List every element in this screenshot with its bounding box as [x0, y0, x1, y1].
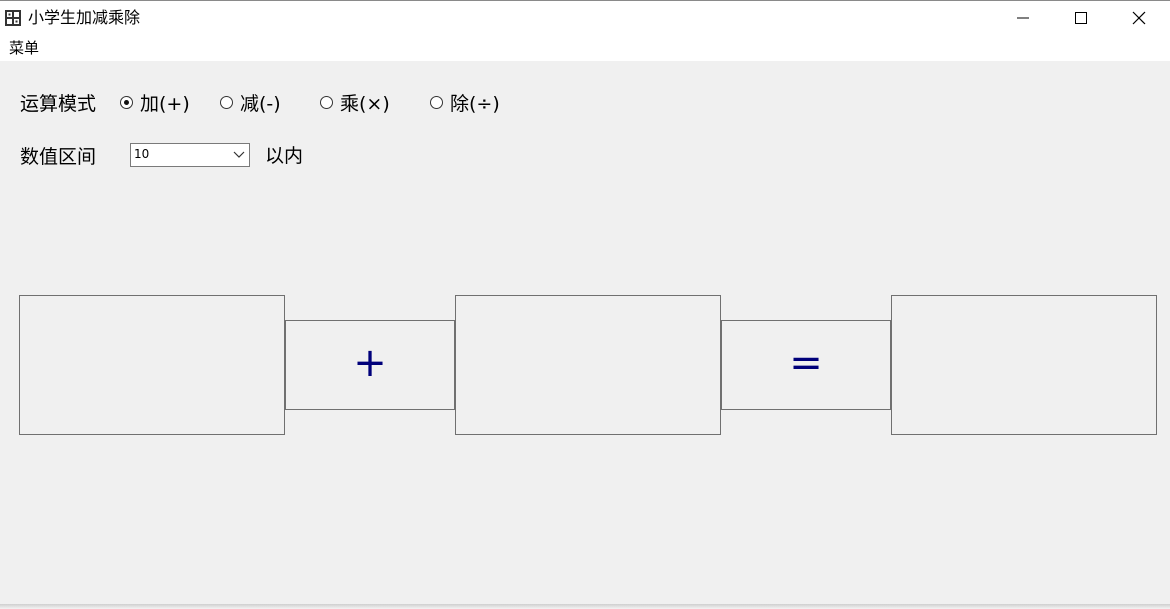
- app-icon: [5, 10, 21, 26]
- window-bottom-edge: [0, 604, 1170, 609]
- close-icon: [1132, 11, 1146, 25]
- operand1-box: [19, 295, 285, 435]
- range-suffix: 以内: [265, 145, 304, 167]
- range-label: 数值区间: [20, 146, 97, 168]
- menu-bar: 菜单: [0, 34, 1170, 61]
- range-select[interactable]: 10: [130, 143, 250, 167]
- radio-circle: [430, 96, 443, 109]
- operand2-box: [455, 295, 721, 435]
- chevron-down-icon: [233, 151, 245, 158]
- radio-selected-dot: [124, 100, 129, 105]
- radio-multiply-label: 乘(×): [340, 93, 390, 115]
- radio-circle: [120, 96, 133, 109]
- radio-circle: [320, 96, 333, 109]
- menu-item-main[interactable]: 菜单: [9, 39, 39, 57]
- radio-circle: [220, 96, 233, 109]
- mode-label: 运算模式: [20, 93, 97, 115]
- equals-symbol: =: [789, 340, 823, 386]
- minimize-button[interactable]: [994, 1, 1052, 35]
- radio-divide-label: 除(÷): [450, 93, 500, 115]
- operator-box: +: [285, 320, 455, 410]
- result-box: [891, 295, 1157, 435]
- window-title: 小学生加减乘除: [28, 8, 141, 27]
- radio-add-label: 加(+): [140, 93, 190, 115]
- equals-box: =: [721, 320, 891, 410]
- close-button[interactable]: [1110, 1, 1168, 35]
- maximize-icon: [1075, 12, 1087, 24]
- title-bar: 小学生加减乘除: [0, 0, 1170, 34]
- radio-subtract-label: 减(-): [240, 93, 281, 115]
- minimize-icon: [1017, 17, 1029, 19]
- operator-symbol: +: [353, 340, 387, 386]
- maximize-button[interactable]: [1052, 1, 1110, 35]
- range-select-value: 10: [134, 147, 150, 161]
